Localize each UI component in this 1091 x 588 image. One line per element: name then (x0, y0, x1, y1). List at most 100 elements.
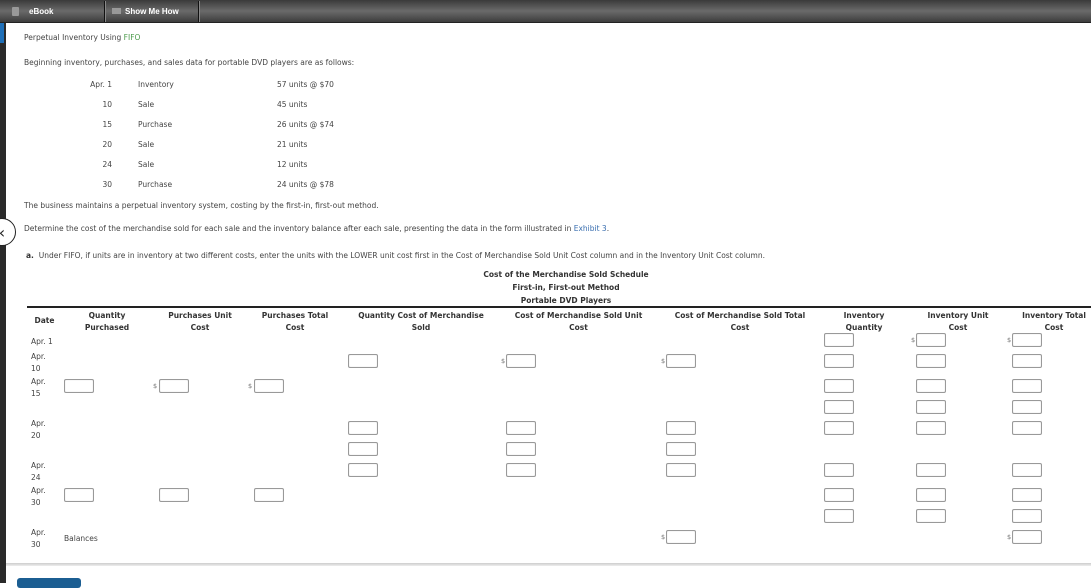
txn-type: Purchase (138, 120, 173, 129)
apr20-cogs-total-cost-input-2[interactable] (666, 442, 696, 456)
problem-title: Perpetual Inventory Using FIFO (24, 33, 140, 42)
col-qty-cogs: Quantity Cost of Merchandise Sold (358, 311, 484, 332)
apr1-inventory-total-cost-input[interactable] (1012, 333, 1042, 347)
row-date-day: 20 (31, 431, 41, 440)
part-a-text: a. Under FIFO, if units are in inventory… (26, 251, 765, 260)
apr24-inventory-qty-input[interactable] (824, 463, 854, 477)
row-date: Apr. 1 (31, 337, 53, 346)
intro-text: Beginning inventory, purchases, and sale… (24, 58, 355, 67)
top-toolbar: eBook Show Me How (0, 0, 1091, 23)
apr1-inventory-unit-cost-input[interactable] (916, 333, 946, 347)
apr10-inventory-qty-input[interactable] (824, 354, 854, 368)
apr1-inventory-qty-input[interactable] (824, 333, 854, 347)
apr24-qty-sold-input[interactable] (348, 463, 378, 477)
currency-symbol: $ (153, 382, 158, 390)
currency-symbol: $ (1007, 533, 1012, 541)
schedule-subtitle: First-in, First-out Method (512, 283, 620, 292)
schedule-product: Portable DVD Players (520, 296, 612, 305)
apr20-inventory-qty-input[interactable] (824, 421, 854, 435)
part-a-label: a. (26, 251, 34, 260)
apr15-inventory-total-cost-input-2[interactable] (1012, 400, 1042, 414)
apr15-inventory-qty-input-1[interactable] (824, 379, 854, 393)
apr24-inventory-unit-cost-input[interactable] (916, 463, 946, 477)
row-date: Apr. (31, 419, 46, 428)
row-date-day: 10 (31, 364, 41, 373)
apr30-purchases-unit-cost-input[interactable] (159, 488, 189, 502)
instruction-end: . (606, 224, 610, 233)
method-text: The business maintains a perpetual inven… (24, 201, 379, 210)
schedule-title: Cost of the Merchandise Sold Schedule (483, 270, 649, 279)
apr15-inventory-total-cost-input-1[interactable] (1012, 379, 1042, 393)
ebook-tab[interactable]: eBook (12, 0, 53, 22)
apr30-inventory-qty-input-2[interactable] (824, 509, 854, 523)
apr24-cogs-unit-cost-input[interactable] (506, 463, 536, 477)
col-purchases-unit-cost: Purchases Unit Cost (168, 311, 232, 332)
chevron-left-icon: ‹ (0, 223, 5, 242)
col-inventory-quantity: Inventory Quantity (843, 311, 885, 332)
currency-symbol: $ (1007, 336, 1012, 344)
apr15-purchases-unit-cost-input[interactable] (159, 379, 189, 393)
apr15-inventory-qty-input-2[interactable] (824, 400, 854, 414)
col-quantity-purchased: Quantity Purchased (84, 311, 130, 332)
apr30-inventory-total-cost-input-2[interactable] (1012, 509, 1042, 523)
problem-title-text: Perpetual Inventory Using (24, 33, 124, 42)
apr20-qty-sold-input-1[interactable] (348, 421, 378, 435)
txn-type: Sale (138, 140, 155, 149)
balance-inventory-total-cost-input[interactable] (1012, 530, 1042, 544)
apr10-inventory-total-cost-input[interactable] (1012, 354, 1042, 368)
apr30-inventory-total-cost-input-1[interactable] (1012, 488, 1042, 502)
apr10-cogs-unit-cost-input[interactable] (506, 354, 536, 368)
apr20-inventory-total-cost-input[interactable] (1012, 421, 1042, 435)
apr20-inventory-unit-cost-input[interactable] (916, 421, 946, 435)
apr20-cogs-total-cost-input-1[interactable] (666, 421, 696, 435)
apr10-inventory-unit-cost-input[interactable] (916, 354, 946, 368)
txn-type: Sale (138, 100, 155, 109)
currency-symbol: $ (661, 533, 666, 541)
balances-label: Balances (64, 534, 98, 543)
txn-date: 10 (102, 100, 112, 109)
instruction-text: Determine the cost of the merchandise so… (24, 224, 609, 233)
txn-detail: 45 units (277, 100, 308, 109)
currency-symbol: $ (501, 357, 506, 365)
row-date: Apr. (31, 486, 46, 495)
currency-symbol: $ (661, 357, 666, 365)
row-date-day: 30 (31, 498, 41, 507)
apr15-inventory-unit-cost-input-1[interactable] (916, 379, 946, 393)
apr20-cogs-unit-cost-input-1[interactable] (506, 421, 536, 435)
collapse-panel-button[interactable]: ‹ (0, 218, 16, 246)
row-date-day: 15 (31, 389, 41, 398)
txn-detail: 21 units (277, 140, 308, 149)
submit-button[interactable] (17, 578, 81, 588)
txn-date: 24 (102, 160, 112, 169)
row-date: Apr. (31, 461, 46, 470)
show-me-how-label: Show Me How (125, 6, 179, 16)
col-inventory-unit-cost: Inventory Unit Cost (927, 311, 989, 332)
tab-divider (198, 1, 200, 22)
apr30-inventory-qty-input-1[interactable] (824, 488, 854, 502)
apr20-qty-sold-input-2[interactable] (348, 442, 378, 456)
show-me-how-tab[interactable]: Show Me How (112, 0, 179, 22)
row-date-day: 30 (31, 540, 41, 549)
col-cogs-total-cost: Cost of Merchandise Sold Total Cost (674, 311, 806, 332)
fifo-link[interactable]: FIFO (124, 33, 141, 42)
apr10-cogs-total-cost-input[interactable] (666, 354, 696, 368)
part-a-body: Under FIFO, if units are in inventory at… (38, 251, 766, 260)
txn-type: Purchase (138, 180, 173, 189)
apr30-inventory-unit-cost-input-1[interactable] (916, 488, 946, 502)
apr30-quantity-purchased-input[interactable] (64, 488, 94, 502)
txn-detail: 57 units @ $70 (277, 80, 334, 89)
apr10-qty-sold-input[interactable] (348, 354, 378, 368)
apr15-inventory-unit-cost-input-2[interactable] (916, 400, 946, 414)
txn-type: Inventory (138, 80, 174, 89)
apr30-purchases-total-cost-input[interactable] (254, 488, 284, 502)
col-cogs-unit-cost: Cost of Merchandise Sold Unit Cost (514, 311, 643, 332)
apr15-purchases-total-cost-input[interactable] (254, 379, 284, 393)
apr24-inventory-total-cost-input[interactable] (1012, 463, 1042, 477)
apr20-cogs-unit-cost-input-2[interactable] (506, 442, 536, 456)
apr15-quantity-purchased-input[interactable] (64, 379, 94, 393)
balance-cogs-total-input[interactable] (666, 530, 696, 544)
row-date: Apr. (31, 352, 46, 361)
exhibit-link[interactable]: Exhibit 3 (574, 224, 607, 233)
apr30-inventory-unit-cost-input-2[interactable] (916, 509, 946, 523)
apr24-cogs-total-cost-input[interactable] (666, 463, 696, 477)
